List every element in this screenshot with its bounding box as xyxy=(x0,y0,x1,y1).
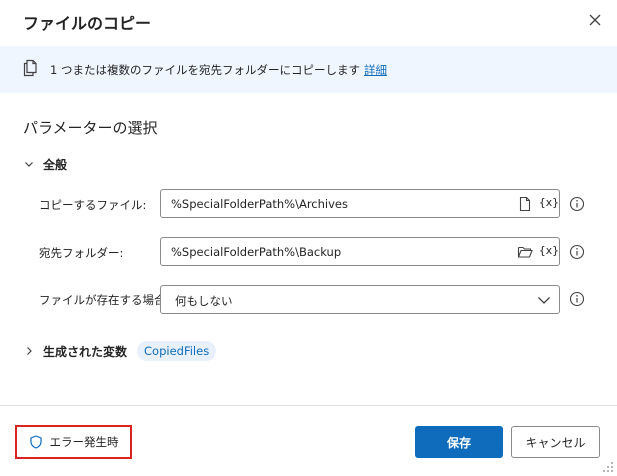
chevron-down-icon xyxy=(538,297,550,304)
copy-files-dialog: ファイルのコピー 1 つまたは複数のファイルを宛先フォルダーにコピーします 詳細 … xyxy=(0,0,617,476)
destination-folder-label: 宛先フォルダー: xyxy=(39,246,124,260)
info-description: 1 つまたは複数のファイルを宛先フォルダーにコピーします xyxy=(50,63,360,77)
generated-vars-toggle[interactable]: 生成された変数 CopiedFiles xyxy=(23,340,217,362)
files-to-copy-input[interactable]: %SpecialFolderPath%\Archives {x} xyxy=(160,189,560,218)
footer-divider xyxy=(0,405,617,406)
copy-icon xyxy=(23,59,37,77)
info-circle-icon[interactable] xyxy=(569,244,585,260)
general-group-label: 全般 xyxy=(43,157,68,172)
if-exists-selected: 何もしない xyxy=(175,294,233,308)
files-to-copy-value: %SpecialFolderPath%\Archives xyxy=(171,197,348,211)
folder-icon[interactable] xyxy=(517,244,533,260)
resize-grip-icon[interactable] xyxy=(601,460,615,474)
info-banner: 1 つまたは複数のファイルを宛先フォルダーにコピーします 詳細 xyxy=(0,46,617,93)
shield-icon xyxy=(29,435,42,449)
files-to-copy-label: コピーするファイル: xyxy=(39,198,147,212)
generated-vars-label: 生成された変数 xyxy=(43,344,128,359)
info-circle-icon[interactable] xyxy=(569,291,585,307)
on-error-button[interactable]: エラー発生時 xyxy=(15,425,132,459)
chevron-down-icon xyxy=(25,162,33,167)
dialog-title: ファイルのコピー xyxy=(23,14,152,33)
chevron-right-icon xyxy=(27,347,32,355)
save-button[interactable]: 保存 xyxy=(415,426,503,458)
on-error-label: エラー発生時 xyxy=(49,435,119,449)
if-exists-select[interactable]: 何もしない xyxy=(160,285,560,314)
destination-folder-value: %SpecialFolderPath%\Backup xyxy=(171,245,342,259)
details-link[interactable]: 詳細 xyxy=(364,63,387,77)
info-text: 1 つまたは複数のファイルを宛先フォルダーにコピーします 詳細 xyxy=(50,62,387,78)
destination-folder-input[interactable]: %SpecialFolderPath%\Backup {x} xyxy=(160,237,560,266)
insert-variable-button[interactable]: {x} xyxy=(539,196,559,209)
section-title: パラメーターの選択 xyxy=(23,119,158,137)
insert-variable-button[interactable]: {x} xyxy=(539,244,559,257)
file-icon[interactable] xyxy=(517,196,533,212)
if-exists-label: ファイルが存在する場合: xyxy=(39,293,170,307)
variable-chip[interactable]: CopiedFiles xyxy=(137,341,217,361)
info-circle-icon[interactable] xyxy=(569,196,585,212)
cancel-button[interactable]: キャンセル xyxy=(511,426,600,458)
general-group-toggle[interactable]: 全般 xyxy=(23,156,67,172)
close-icon[interactable] xyxy=(584,9,606,31)
